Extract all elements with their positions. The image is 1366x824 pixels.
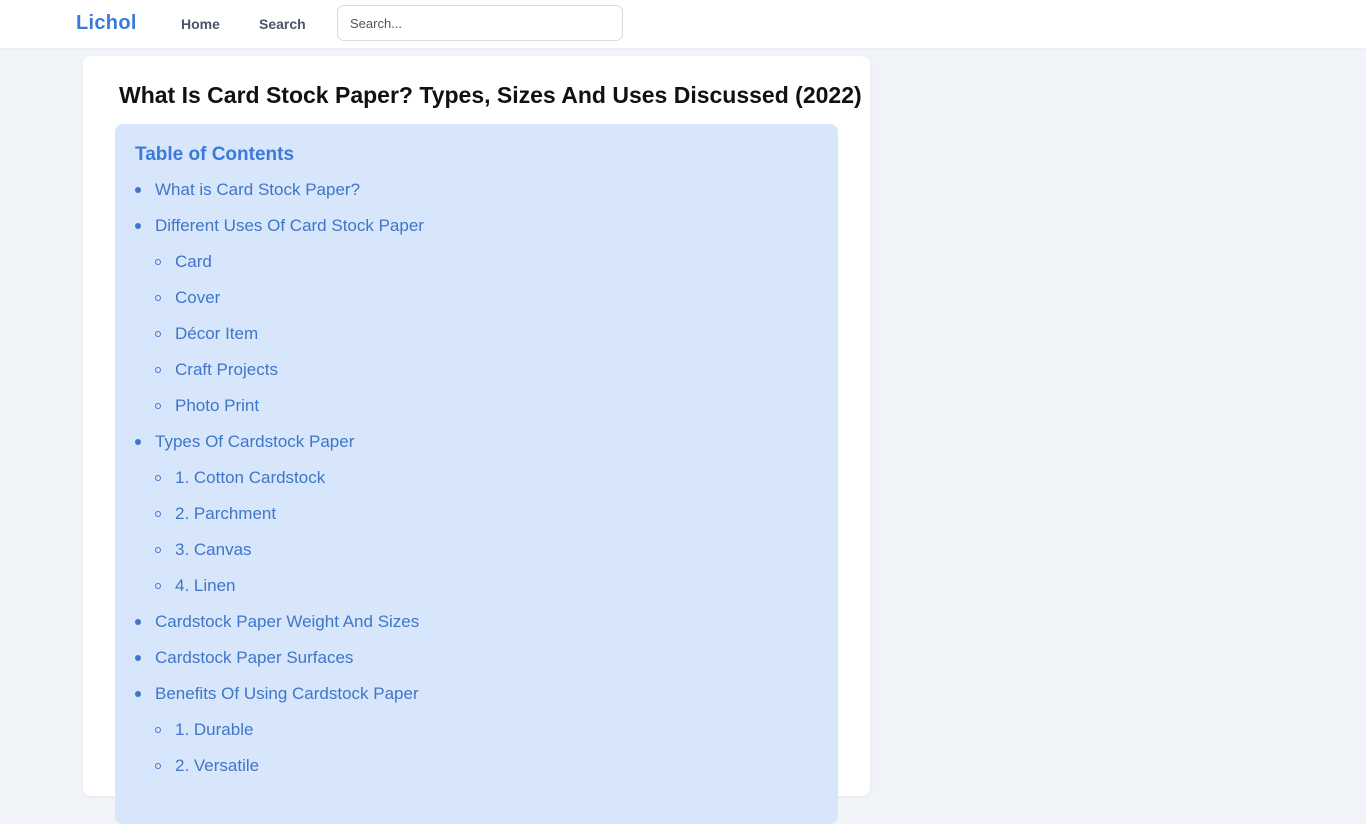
toc-link-label: Different Uses Of Card Stock Paper	[155, 216, 424, 235]
circle-bullet-icon	[155, 763, 161, 769]
toc-link-label: 3. Canvas	[175, 540, 252, 559]
article-card: What Is Card Stock Paper? Types, Sizes A…	[83, 56, 870, 824]
bullet-icon	[135, 223, 141, 229]
toc-link-label: Cardstock Paper Weight And Sizes	[155, 612, 420, 631]
circle-bullet-icon	[155, 403, 161, 409]
toc-link-label: 1. Durable	[175, 720, 254, 739]
toc-link-label: 4. Linen	[175, 576, 236, 595]
toc-sublink[interactable]: 2. Versatile	[155, 748, 260, 784]
circle-bullet-icon	[155, 511, 161, 517]
circle-bullet-icon	[155, 727, 161, 733]
toc-link-label: Photo Print	[175, 396, 260, 415]
table-of-contents: Table of Contents What is Card Stock Pap…	[115, 124, 838, 824]
toc-link-label: Craft Projects	[175, 360, 278, 379]
toc-sublink[interactable]: 1. Cotton Cardstock	[155, 460, 326, 496]
toc-link[interactable]: Different Uses Of Card Stock Paper	[135, 208, 424, 244]
brand-logo-link[interactable]: Lichol	[76, 12, 137, 35]
circle-bullet-icon	[155, 583, 161, 589]
toc-link-label: Benefits Of Using Cardstock Paper	[155, 684, 419, 703]
toc-sublink[interactable]: Décor Item	[155, 316, 259, 352]
toc-sublink[interactable]: Cover	[155, 280, 221, 316]
toc-sublink[interactable]: 2. Parchment	[155, 496, 277, 532]
toc-link[interactable]: Benefits Of Using Cardstock Paper	[135, 676, 419, 712]
toc-link[interactable]: What is Card Stock Paper?	[135, 172, 361, 208]
toc-heading: Table of Contents	[135, 144, 295, 165]
circle-bullet-icon	[155, 475, 161, 481]
bullet-icon	[135, 655, 141, 661]
bullet-icon	[135, 619, 141, 625]
top-navigation-bar: Lichol Home Search	[0, 0, 1366, 48]
circle-bullet-icon	[155, 259, 161, 265]
page-title: What Is Card Stock Paper? Types, Sizes A…	[119, 82, 862, 108]
nav-home-link[interactable]: Home	[181, 16, 220, 32]
toc-sublink[interactable]: 4. Linen	[155, 568, 236, 604]
toc-link[interactable]: Types Of Cardstock Paper	[135, 424, 355, 460]
toc-link-label: Décor Item	[175, 324, 259, 343]
toc-link[interactable]: Cardstock Paper Weight And Sizes	[135, 604, 420, 640]
toc-link-label: 2. Versatile	[175, 756, 260, 775]
search-input[interactable]	[337, 5, 623, 41]
toc-link-label: 2. Parchment	[175, 504, 277, 523]
circle-bullet-icon	[155, 295, 161, 301]
bullet-icon	[135, 691, 141, 697]
toc-sublink[interactable]: 3. Canvas	[155, 532, 252, 568]
toc-link-label: Cover	[175, 288, 221, 307]
toc-sublink[interactable]: 1. Durable	[155, 712, 254, 748]
toc-link-label: Cardstock Paper Surfaces	[155, 648, 354, 667]
bullet-icon	[135, 187, 141, 193]
toc-sublink[interactable]: Card	[155, 244, 212, 280]
toc-link-label: 1. Cotton Cardstock	[175, 468, 326, 487]
toc-link-label: What is Card Stock Paper?	[155, 180, 361, 199]
nav-search-link[interactable]: Search	[259, 16, 306, 32]
circle-bullet-icon	[155, 367, 161, 373]
toc-sublink[interactable]: Photo Print	[155, 388, 260, 424]
circle-bullet-icon	[155, 331, 161, 337]
bullet-icon	[135, 439, 141, 445]
toc-sublink[interactable]: Craft Projects	[155, 352, 278, 388]
circle-bullet-icon	[155, 547, 161, 553]
toc-link[interactable]: Cardstock Paper Surfaces	[135, 640, 354, 676]
toc-link-label: Card	[175, 252, 212, 271]
toc-link-label: Types Of Cardstock Paper	[155, 432, 355, 451]
